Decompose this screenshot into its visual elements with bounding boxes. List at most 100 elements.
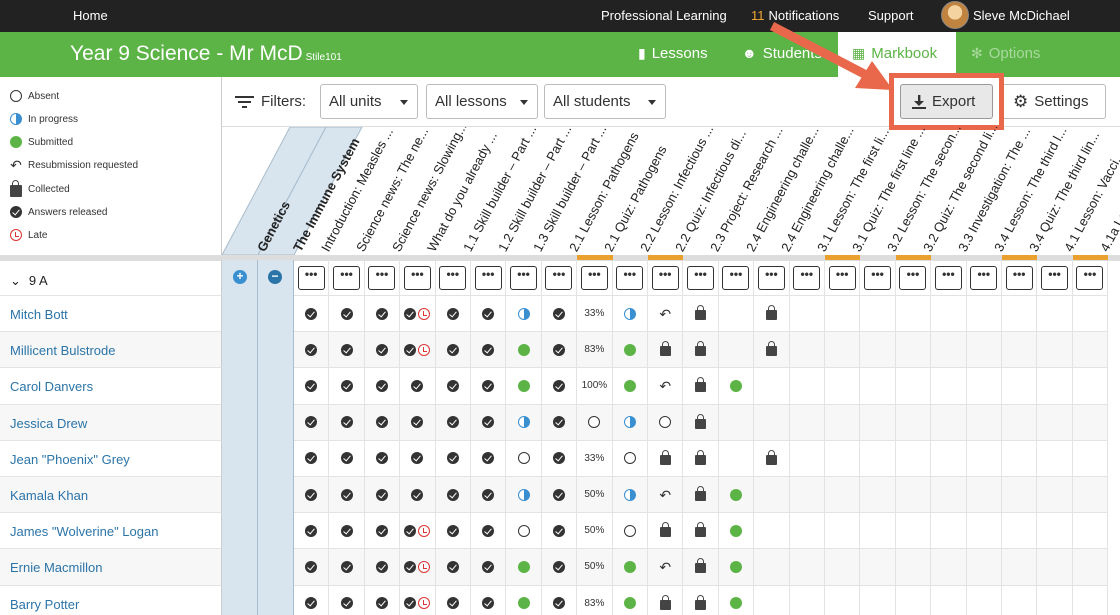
- grade-cell[interactable]: [718, 440, 755, 477]
- grade-cell[interactable]: [364, 585, 401, 615]
- grade-cell[interactable]: [294, 513, 330, 550]
- column-menu-button[interactable]: •••: [368, 265, 396, 290]
- grade-cell[interactable]: [895, 477, 932, 514]
- grade-cell[interactable]: [789, 549, 825, 586]
- grade-cell[interactable]: [825, 513, 861, 550]
- grade-cell[interactable]: [471, 440, 507, 477]
- grade-cell[interactable]: [895, 585, 932, 615]
- grade-cell[interactable]: [329, 549, 365, 586]
- grade-cell[interactable]: [294, 585, 330, 615]
- grade-cell[interactable]: [754, 368, 790, 405]
- grade-cell[interactable]: [754, 332, 790, 369]
- grade-cell[interactable]: [895, 332, 932, 369]
- grade-cell[interactable]: [1002, 585, 1038, 615]
- grade-cell[interactable]: [364, 513, 401, 550]
- grade-cell[interactable]: [1072, 585, 1109, 615]
- grade-cell[interactable]: [966, 368, 1002, 405]
- grade-cell[interactable]: [294, 332, 330, 369]
- grade-cell[interactable]: [364, 440, 401, 477]
- grade-cell[interactable]: [329, 404, 365, 441]
- grade-cell[interactable]: [541, 513, 578, 550]
- column-menu-button[interactable]: •••: [722, 265, 750, 290]
- grade-cell[interactable]: [825, 404, 861, 441]
- grade-cell[interactable]: [931, 477, 967, 514]
- column-menu-button[interactable]: •••: [297, 265, 325, 290]
- grade-cell[interactable]: [294, 368, 330, 405]
- grade-cell[interactable]: [471, 296, 507, 333]
- grade-cell[interactable]: [612, 332, 648, 369]
- avatar[interactable]: [941, 1, 969, 29]
- column-menu-button[interactable]: •••: [1005, 265, 1033, 290]
- grade-cell[interactable]: [541, 549, 578, 586]
- grade-cell[interactable]: [1072, 549, 1109, 586]
- grade-cell[interactable]: [506, 440, 542, 477]
- grade-cell[interactable]: [612, 404, 648, 441]
- grade-cell[interactable]: [1002, 477, 1038, 514]
- grade-cell[interactable]: [931, 404, 967, 441]
- column-menu-button[interactable]: •••: [864, 265, 892, 290]
- grade-cell[interactable]: [329, 513, 365, 550]
- grade-cell[interactable]: [1072, 404, 1109, 441]
- grade-cell[interactable]: [329, 332, 365, 369]
- students-select[interactable]: All students: [544, 84, 666, 119]
- grade-cell[interactable]: [860, 404, 896, 441]
- grade-cell[interactable]: [1037, 549, 1073, 586]
- grade-cell[interactable]: [471, 368, 507, 405]
- grade-cell[interactable]: [860, 440, 896, 477]
- grade-cell[interactable]: [683, 549, 719, 586]
- grade-cell[interactable]: [789, 368, 825, 405]
- grade-cell[interactable]: [789, 513, 825, 550]
- grade-cell[interactable]: [1002, 296, 1038, 333]
- grade-cell[interactable]: [754, 477, 790, 514]
- student-name-link[interactable]: Millicent Bulstrode: [10, 343, 116, 358]
- grade-cell[interactable]: [506, 477, 542, 514]
- student-name-link[interactable]: Carol Danvers: [10, 379, 93, 394]
- grade-cell[interactable]: [1037, 513, 1073, 550]
- home-link[interactable]: Home: [73, 8, 108, 23]
- grade-cell[interactable]: [400, 477, 436, 514]
- grade-cell[interactable]: [648, 404, 684, 441]
- grade-cell[interactable]: [1072, 477, 1109, 514]
- grade-cell[interactable]: [789, 440, 825, 477]
- column-menu-button[interactable]: •••: [580, 265, 608, 290]
- grade-cell[interactable]: [895, 549, 932, 586]
- student-name-link[interactable]: James "Wolverine" Logan: [10, 524, 158, 539]
- grade-cell[interactable]: [754, 404, 790, 441]
- column-menu-button[interactable]: •••: [439, 265, 467, 290]
- student-name-link[interactable]: Jessica Drew: [10, 416, 87, 431]
- grade-cell[interactable]: [329, 296, 365, 333]
- grade-cell[interactable]: [1072, 440, 1109, 477]
- grade-cell[interactable]: [931, 332, 967, 369]
- grade-cell[interactable]: ↶: [648, 549, 684, 586]
- grade-cell[interactable]: [1037, 368, 1073, 405]
- grade-cell[interactable]: [1072, 332, 1109, 369]
- grade-cell[interactable]: [329, 477, 365, 514]
- grade-cell[interactable]: [1037, 296, 1073, 333]
- grade-cell[interactable]: [471, 513, 507, 550]
- grade-cell[interactable]: [471, 477, 507, 514]
- grade-cell[interactable]: [364, 296, 401, 333]
- grade-cell[interactable]: [400, 368, 436, 405]
- column-menu-button[interactable]: •••: [474, 265, 502, 290]
- column-menu-button[interactable]: •••: [1041, 265, 1069, 290]
- grade-cell[interactable]: [966, 585, 1002, 615]
- grade-cell[interactable]: [931, 368, 967, 405]
- grade-cell[interactable]: [789, 296, 825, 333]
- grade-cell[interactable]: [895, 440, 932, 477]
- column-menu-button[interactable]: •••: [970, 265, 998, 290]
- grade-cell[interactable]: [683, 477, 719, 514]
- grade-cell[interactable]: [931, 440, 967, 477]
- grade-cell[interactable]: [789, 477, 825, 514]
- grade-cell[interactable]: [931, 296, 967, 333]
- grade-cell[interactable]: [435, 332, 471, 369]
- grade-cell[interactable]: [435, 585, 471, 615]
- grade-cell[interactable]: 33%: [577, 296, 613, 333]
- grade-cell[interactable]: [683, 440, 719, 477]
- grade-cell[interactable]: [541, 585, 578, 615]
- grade-cell[interactable]: [895, 296, 932, 333]
- grade-cell[interactable]: 50%: [577, 477, 613, 514]
- student-name-link[interactable]: Kamala Khan: [10, 488, 88, 503]
- grade-cell[interactable]: [895, 513, 932, 550]
- grade-cell[interactable]: [471, 404, 507, 441]
- grade-cell[interactable]: [435, 477, 471, 514]
